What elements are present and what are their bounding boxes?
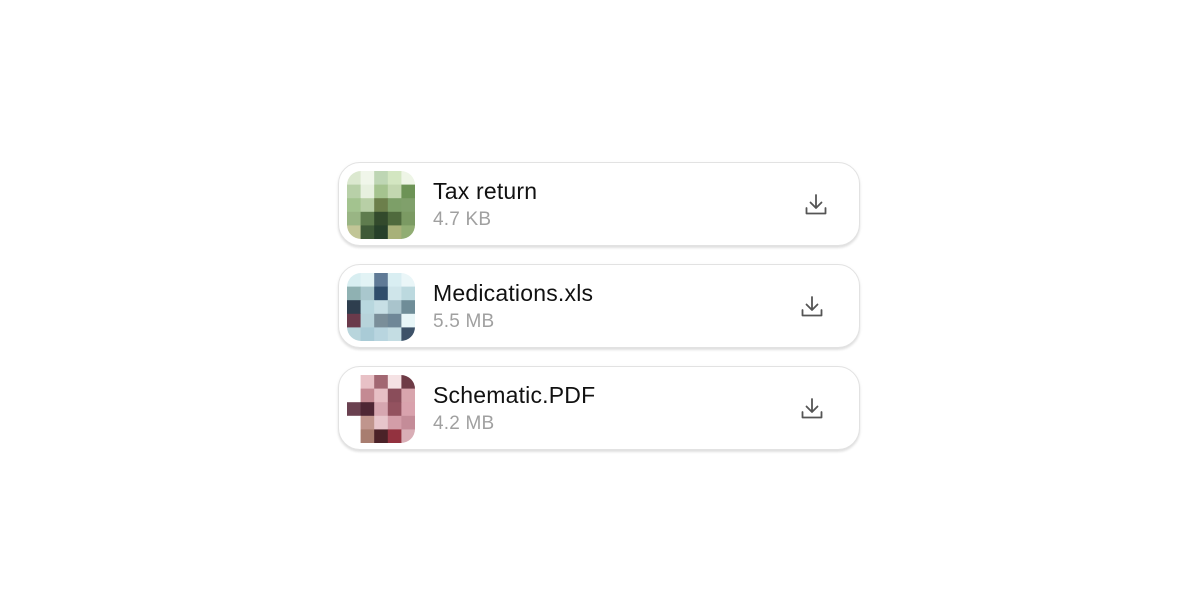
download-icon (798, 395, 826, 423)
file-name: Tax return (433, 178, 538, 204)
file-list: Tax return 4.7 KB Medications.xls 5.5 MB (338, 162, 860, 468)
download-button[interactable] (798, 293, 826, 321)
file-name: Schematic.PDF (433, 382, 596, 408)
file-thumbnail (347, 273, 415, 341)
download-icon (802, 191, 830, 219)
file-size: 5.5 MB (433, 311, 495, 332)
file-size: 4.7 KB (433, 209, 492, 230)
file-size: 4.2 MB (433, 413, 495, 434)
file-thumbnail (347, 375, 415, 443)
download-button[interactable] (802, 191, 830, 219)
file-thumbnail (347, 171, 415, 239)
download-button[interactable] (798, 395, 826, 423)
file-item-medications[interactable]: Medications.xls 5.5 MB (338, 264, 860, 348)
download-icon (798, 293, 826, 321)
file-name: Medications.xls (433, 280, 594, 306)
file-item-schematic[interactable]: Schematic.PDF 4.2 MB (338, 366, 860, 450)
file-item-tax-return[interactable]: Tax return 4.7 KB (338, 162, 860, 246)
